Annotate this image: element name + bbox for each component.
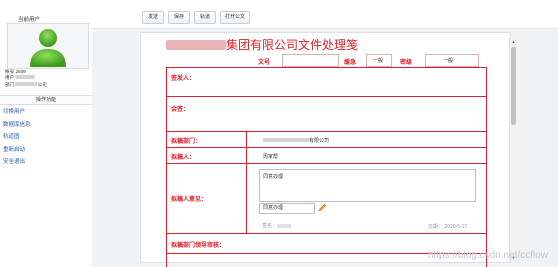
document-title: 集团有限公司文件处理笺 xyxy=(166,36,466,53)
row-divider xyxy=(166,147,487,148)
column-divider xyxy=(246,131,247,233)
sidebar-menu: 切换用户 数据库信息 轨道图 重新启动 安全退出 xyxy=(3,106,31,169)
avatar-box xyxy=(7,23,89,69)
drafter-label: 拟稿人： xyxy=(171,155,196,161)
menu-switch-user[interactable]: 切换用户 xyxy=(3,106,31,119)
current-user-title: 当前用户 xyxy=(18,17,41,23)
form-border-left xyxy=(166,67,167,267)
opinion-textarea[interactable]: 同意办理 xyxy=(259,169,476,202)
scroll-up-icon[interactable]: ▲ xyxy=(511,39,516,44)
save-button[interactable]: 保存 xyxy=(168,11,190,24)
dept-row: 部门 公司 xyxy=(5,81,47,87)
user-avatar-icon xyxy=(30,29,66,67)
secret-label: 密级 xyxy=(400,60,413,66)
user-info: 帐号 2509 用户 部门 公司 xyxy=(5,69,87,88)
drafting-dept-label: 拟稿部门： xyxy=(171,139,202,145)
sign-area: 签名： xyxy=(262,222,292,229)
toolbar: 发送 保存 轨道 打开公文 xyxy=(92,0,558,29)
date-area: 日期： 2020-5-17 xyxy=(428,224,468,230)
opinion-select[interactable]: 同意办理 xyxy=(259,203,315,214)
blurred-signature xyxy=(277,224,292,228)
open-document-button[interactable]: 打开公文 xyxy=(220,11,250,24)
issuer-label: 签发人： xyxy=(171,76,196,82)
doc-no-field[interactable] xyxy=(282,54,339,67)
scrollbar-thumb[interactable] xyxy=(511,47,516,125)
drafter-value: 周家帮 xyxy=(263,154,279,160)
form-border-top xyxy=(166,67,487,68)
menu-restart[interactable]: 重新启动 xyxy=(3,144,31,157)
pencil-icon[interactable] xyxy=(318,203,327,212)
countersign-label: 会签： xyxy=(171,107,190,113)
blurred-dept-name xyxy=(263,138,309,142)
doc-no-label: 文号 xyxy=(258,60,271,66)
ops-title: 操作功能 xyxy=(0,95,92,105)
menu-logout[interactable]: 安全退出 xyxy=(3,156,31,169)
row-divider xyxy=(166,233,487,234)
watermark: https://blog.csdn.net/ccflow xyxy=(427,250,548,261)
leader-review-label: 拟稿部门领导审核： xyxy=(171,243,226,249)
menu-track-chart[interactable]: 轨道图 xyxy=(3,131,31,144)
send-button[interactable]: 发送 xyxy=(142,11,164,24)
menu-db-info[interactable]: 数据库信息 xyxy=(3,119,31,132)
blurred-dept xyxy=(15,81,38,86)
urgency-label: 缓急 xyxy=(344,60,357,66)
blurred-company-name xyxy=(166,40,226,50)
blurred-username xyxy=(15,75,36,80)
form-border-right xyxy=(486,67,487,267)
row-divider xyxy=(166,131,487,132)
row-divider xyxy=(166,96,487,97)
sidebar: 当前用户 帐号 2509 用户 部门 公司 操作功能 切换用户 数据库信息 轨道… xyxy=(0,0,92,267)
drafting-dept-value: 有限公司 xyxy=(263,137,329,144)
scrollbar[interactable]: ▲ ▼ xyxy=(509,38,518,261)
drafter-opinion-label: 拟稿人意见： xyxy=(171,197,208,203)
row-divider xyxy=(166,163,487,164)
track-button[interactable]: 轨道 xyxy=(194,11,216,24)
